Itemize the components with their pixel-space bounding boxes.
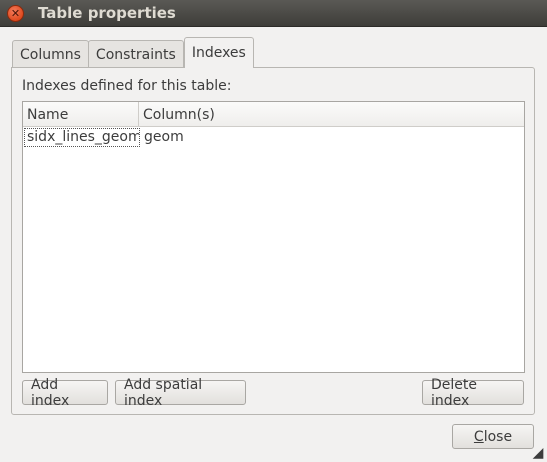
- index-name-cell[interactable]: sidx_lines_geom: [24, 127, 140, 147]
- indexes-label: Indexes defined for this table:: [22, 78, 232, 94]
- table-header: Name Column(s): [23, 102, 524, 127]
- header-columns[interactable]: Column(s): [139, 102, 524, 127]
- close-button-label: lose: [483, 428, 513, 445]
- tab-columns[interactable]: Columns: [12, 40, 89, 68]
- resize-grip-icon[interactable]: ◢: [530, 445, 546, 461]
- close-button[interactable]: Close: [452, 424, 534, 449]
- tab-constraints[interactable]: Constraints: [87, 40, 184, 68]
- add-spatial-index-button[interactable]: Add spatial index: [115, 377, 246, 409]
- window-close-icon[interactable]: ✕: [7, 5, 24, 22]
- window-title: Table properties: [38, 4, 176, 22]
- header-name[interactable]: Name: [23, 102, 139, 127]
- delete-index-button[interactable]: Delete index: [422, 377, 524, 409]
- table-row[interactable]: sidx_lines_geom geom: [23, 127, 524, 147]
- indexes-panel: Indexes defined for this table: Name Col…: [11, 67, 535, 415]
- tab-bar: Columns Constraints Indexes: [12, 37, 254, 68]
- indexes-table[interactable]: Name Column(s) sidx_lines_geom geom: [22, 101, 525, 373]
- add-index-button[interactable]: Add index: [22, 377, 108, 409]
- close-button-mnemonic: C: [473, 428, 484, 445]
- tab-indexes[interactable]: Indexes: [183, 37, 254, 68]
- title-bar: ✕ Table properties: [0, 0, 547, 27]
- index-columns-cell[interactable]: geom: [140, 129, 524, 145]
